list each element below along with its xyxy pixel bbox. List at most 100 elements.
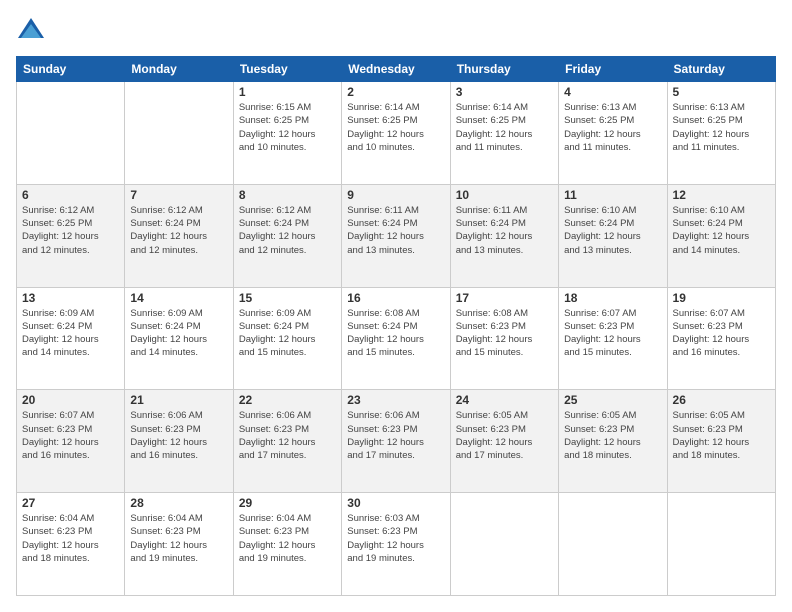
- calendar-cell: [450, 493, 558, 596]
- day-info: Sunrise: 6:08 AM Sunset: 6:23 PM Dayligh…: [456, 307, 553, 360]
- day-header-thursday: Thursday: [450, 57, 558, 82]
- calendar-cell: 5 Sunrise: 6:13 AM Sunset: 6:25 PM Daylig…: [667, 82, 775, 185]
- day-number: 30: [347, 496, 444, 510]
- day-info: Sunrise: 6:06 AM Sunset: 6:23 PM Dayligh…: [347, 409, 444, 462]
- day-number: 19: [673, 291, 770, 305]
- week-row-0: 1 Sunrise: 6:15 AM Sunset: 6:25 PM Daylig…: [17, 82, 776, 185]
- calendar-cell: 9 Sunrise: 6:11 AM Sunset: 6:24 PM Daylig…: [342, 184, 450, 287]
- calendar-cell: 21Sunrise: 6:06 AM Sunset: 6:23 PM Dayli…: [125, 390, 233, 493]
- day-info: Sunrise: 6:05 AM Sunset: 6:23 PM Dayligh…: [456, 409, 553, 462]
- day-number: 2: [347, 85, 444, 99]
- logo-icon: [16, 16, 46, 46]
- day-number: 11: [564, 188, 661, 202]
- day-number: 20: [22, 393, 119, 407]
- calendar-cell: 29 Sunrise: 6:04 AM Sunset: 6:23 PM Dayli…: [233, 493, 341, 596]
- day-number: 4: [564, 85, 661, 99]
- calendar-cell: 15Sunrise: 6:09 AM Sunset: 6:24 PM Dayli…: [233, 287, 341, 390]
- header-row: SundayMondayTuesdayWednesdayThursdayFrid…: [17, 57, 776, 82]
- calendar-cell: 13 Sunrise: 6:09 AM Sunset: 6:24 PM Dayli…: [17, 287, 125, 390]
- day-number: 26: [673, 393, 770, 407]
- day-number: 25: [564, 393, 661, 407]
- week-row-2: 13 Sunrise: 6:09 AM Sunset: 6:24 PM Dayli…: [17, 287, 776, 390]
- calendar-cell: 19 Sunrise: 6:07 AM Sunset: 6:23 PM Dayli…: [667, 287, 775, 390]
- day-number: 7: [130, 188, 227, 202]
- day-info: Sunrise: 6:04 AM Sunset: 6:23 PM Dayligh…: [22, 512, 119, 565]
- day-info: Sunrise: 6:12 AM Sunset: 6:24 PM Dayligh…: [239, 204, 336, 257]
- day-info: Sunrise: 6:07 AM Sunset: 6:23 PM Dayligh…: [22, 409, 119, 462]
- header: [16, 16, 776, 46]
- day-info: Sunrise: 6:10 AM Sunset: 6:24 PM Dayligh…: [673, 204, 770, 257]
- day-info: Sunrise: 6:07 AM Sunset: 6:23 PM Dayligh…: [564, 307, 661, 360]
- day-header-friday: Friday: [559, 57, 667, 82]
- day-info: Sunrise: 6:05 AM Sunset: 6:23 PM Dayligh…: [673, 409, 770, 462]
- calendar-cell: [667, 493, 775, 596]
- day-info: Sunrise: 6:09 AM Sunset: 6:24 PM Dayligh…: [130, 307, 227, 360]
- day-number: 3: [456, 85, 553, 99]
- calendar-cell: 3Sunrise: 6:14 AM Sunset: 6:25 PM Daylig…: [450, 82, 558, 185]
- day-info: Sunrise: 6:04 AM Sunset: 6:23 PM Dayligh…: [239, 512, 336, 565]
- calendar-cell: 14Sunrise: 6:09 AM Sunset: 6:24 PM Dayli…: [125, 287, 233, 390]
- day-info: Sunrise: 6:03 AM Sunset: 6:23 PM Dayligh…: [347, 512, 444, 565]
- calendar-cell: 23Sunrise: 6:06 AM Sunset: 6:23 PM Dayli…: [342, 390, 450, 493]
- calendar-cell: 12 Sunrise: 6:10 AM Sunset: 6:24 PM Dayli…: [667, 184, 775, 287]
- day-number: 16: [347, 291, 444, 305]
- day-info: Sunrise: 6:13 AM Sunset: 6:25 PM Dayligh…: [673, 101, 770, 154]
- day-info: Sunrise: 6:12 AM Sunset: 6:24 PM Dayligh…: [130, 204, 227, 257]
- day-info: Sunrise: 6:06 AM Sunset: 6:23 PM Dayligh…: [239, 409, 336, 462]
- calendar-cell: 6 Sunrise: 6:12 AM Sunset: 6:25 PM Daylig…: [17, 184, 125, 287]
- calendar-cell: 16 Sunrise: 6:08 AM Sunset: 6:24 PM Dayli…: [342, 287, 450, 390]
- calendar-cell: 17 Sunrise: 6:08 AM Sunset: 6:23 PM Dayli…: [450, 287, 558, 390]
- week-row-4: 27 Sunrise: 6:04 AM Sunset: 6:23 PM Dayli…: [17, 493, 776, 596]
- day-number: 12: [673, 188, 770, 202]
- day-number: 6: [22, 188, 119, 202]
- calendar-cell: [17, 82, 125, 185]
- day-number: 21: [130, 393, 227, 407]
- calendar-cell: 27 Sunrise: 6:04 AM Sunset: 6:23 PM Dayli…: [17, 493, 125, 596]
- day-info: Sunrise: 6:07 AM Sunset: 6:23 PM Dayligh…: [673, 307, 770, 360]
- day-number: 22: [239, 393, 336, 407]
- calendar-cell: 26 Sunrise: 6:05 AM Sunset: 6:23 PM Dayli…: [667, 390, 775, 493]
- day-number: 27: [22, 496, 119, 510]
- calendar-cell: 2 Sunrise: 6:14 AM Sunset: 6:25 PM Daylig…: [342, 82, 450, 185]
- day-number: 29: [239, 496, 336, 510]
- calendar-cell: 8 Sunrise: 6:12 AM Sunset: 6:24 PM Daylig…: [233, 184, 341, 287]
- calendar-table: SundayMondayTuesdayWednesdayThursdayFrid…: [16, 56, 776, 596]
- day-info: Sunrise: 6:11 AM Sunset: 6:24 PM Dayligh…: [347, 204, 444, 257]
- day-number: 18: [564, 291, 661, 305]
- day-header-monday: Monday: [125, 57, 233, 82]
- day-header-wednesday: Wednesday: [342, 57, 450, 82]
- day-number: 1: [239, 85, 336, 99]
- day-header-sunday: Sunday: [17, 57, 125, 82]
- calendar-cell: 22 Sunrise: 6:06 AM Sunset: 6:23 PM Dayli…: [233, 390, 341, 493]
- calendar-cell: 18 Sunrise: 6:07 AM Sunset: 6:23 PM Dayli…: [559, 287, 667, 390]
- day-number: 10: [456, 188, 553, 202]
- calendar-cell: 7 Sunrise: 6:12 AM Sunset: 6:24 PM Daylig…: [125, 184, 233, 287]
- calendar-cell: 28 Sunrise: 6:04 AM Sunset: 6:23 PM Dayli…: [125, 493, 233, 596]
- day-header-saturday: Saturday: [667, 57, 775, 82]
- page: SundayMondayTuesdayWednesdayThursdayFrid…: [0, 0, 792, 612]
- calendar-cell: 24Sunrise: 6:05 AM Sunset: 6:23 PM Dayli…: [450, 390, 558, 493]
- day-number: 17: [456, 291, 553, 305]
- day-info: Sunrise: 6:05 AM Sunset: 6:23 PM Dayligh…: [564, 409, 661, 462]
- day-number: 5: [673, 85, 770, 99]
- day-number: 15: [239, 291, 336, 305]
- day-info: Sunrise: 6:11 AM Sunset: 6:24 PM Dayligh…: [456, 204, 553, 257]
- day-number: 13: [22, 291, 119, 305]
- calendar-cell: 30 Sunrise: 6:03 AM Sunset: 6:23 PM Dayli…: [342, 493, 450, 596]
- day-header-tuesday: Tuesday: [233, 57, 341, 82]
- day-number: 9: [347, 188, 444, 202]
- calendar-cell: [125, 82, 233, 185]
- week-row-3: 20 Sunrise: 6:07 AM Sunset: 6:23 PM Dayli…: [17, 390, 776, 493]
- day-number: 8: [239, 188, 336, 202]
- day-info: Sunrise: 6:14 AM Sunset: 6:25 PM Dayligh…: [347, 101, 444, 154]
- day-info: Sunrise: 6:09 AM Sunset: 6:24 PM Dayligh…: [22, 307, 119, 360]
- calendar-cell: 1 Sunrise: 6:15 AM Sunset: 6:25 PM Daylig…: [233, 82, 341, 185]
- logo: [16, 16, 50, 46]
- day-number: 28: [130, 496, 227, 510]
- day-info: Sunrise: 6:15 AM Sunset: 6:25 PM Dayligh…: [239, 101, 336, 154]
- day-info: Sunrise: 6:12 AM Sunset: 6:25 PM Dayligh…: [22, 204, 119, 257]
- calendar-cell: 25 Sunrise: 6:05 AM Sunset: 6:23 PM Dayli…: [559, 390, 667, 493]
- calendar-cell: 10 Sunrise: 6:11 AM Sunset: 6:24 PM Dayli…: [450, 184, 558, 287]
- day-info: Sunrise: 6:08 AM Sunset: 6:24 PM Dayligh…: [347, 307, 444, 360]
- day-info: Sunrise: 6:04 AM Sunset: 6:23 PM Dayligh…: [130, 512, 227, 565]
